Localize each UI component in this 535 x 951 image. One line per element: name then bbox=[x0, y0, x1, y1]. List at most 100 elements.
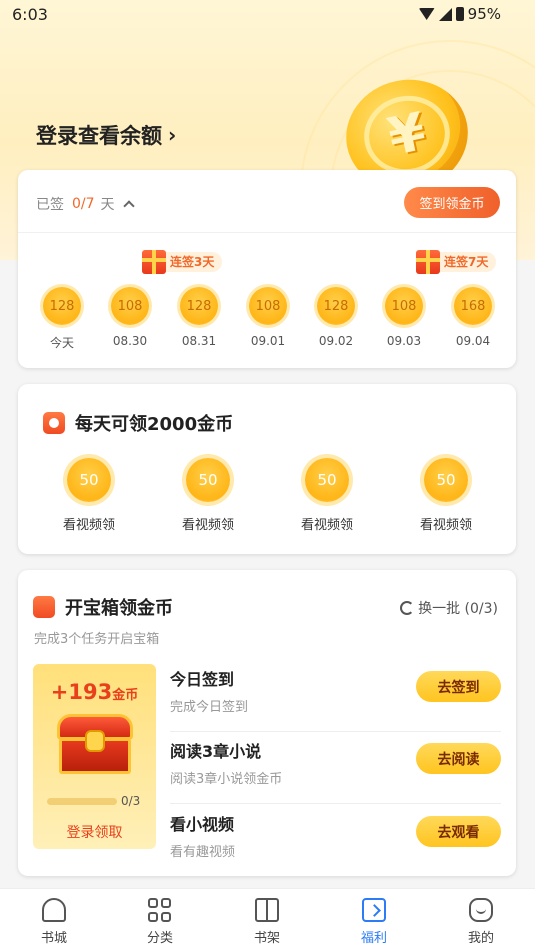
streak-badge-3: 连签3天 bbox=[142, 250, 223, 274]
chest-reward-unit: 金币 bbox=[112, 688, 139, 703]
daily-title-label: 每天可领2000金币 bbox=[75, 414, 234, 435]
task-read-button[interactable]: 去阅读 bbox=[416, 743, 501, 774]
day-label: 09.03 bbox=[386, 334, 422, 348]
coin-icon: 128 bbox=[317, 287, 355, 325]
task-watch-button[interactable]: 去观看 bbox=[416, 816, 501, 847]
treasure-chest-illustration bbox=[57, 714, 133, 774]
nav-item-welfare[interactable]: 福利 bbox=[344, 898, 404, 946]
profile-icon bbox=[469, 898, 493, 922]
battery-icon bbox=[455, 7, 464, 21]
coin-icon: 128 bbox=[43, 287, 81, 325]
wifi-icon bbox=[418, 8, 435, 20]
video-reward-label: 看视频领 bbox=[300, 518, 353, 533]
task-desc: 阅读3章小说领金币 bbox=[170, 772, 283, 787]
coin-icon: 108 bbox=[111, 287, 149, 325]
refresh-icon bbox=[400, 601, 415, 615]
task-row: 看小视频 看有趣视频 去观看 bbox=[170, 805, 501, 877]
sign-in-card: 已签 0/7 天 签到领金币 连签3天 连签7天 128 今天 108 08.3… bbox=[18, 170, 516, 368]
coin-icon: 50 bbox=[186, 458, 230, 502]
video-reward-label: 看视频领 bbox=[181, 518, 234, 533]
day-label: 09.01 bbox=[250, 334, 286, 348]
coin-icon: 108 bbox=[385, 287, 423, 325]
battery-percent: 95% bbox=[467, 5, 501, 23]
signal-icon bbox=[438, 7, 452, 21]
nav-label: 我的 bbox=[467, 931, 494, 946]
coin-icon: 168 bbox=[454, 287, 492, 325]
chest-reward-amount: +193 bbox=[50, 680, 113, 704]
treasure-title: 开宝箱领金币 bbox=[33, 594, 173, 620]
nav-label: 分类 bbox=[146, 931, 173, 946]
chest-progress-bar bbox=[47, 798, 117, 805]
daily-video-card: 每天可领2000金币 50 看视频领 50 看视频领 50 看视频领 50 看视… bbox=[18, 384, 516, 554]
gift-icon bbox=[142, 250, 166, 274]
status-time: 6:03 bbox=[12, 5, 48, 24]
streak-badge-label: 连签7天 bbox=[438, 252, 497, 272]
coin-icon: 50 bbox=[305, 458, 349, 502]
nav-item-bookstore[interactable]: 书城 bbox=[24, 898, 84, 946]
video-reward-item[interactable]: 50 看视频领 bbox=[287, 458, 367, 533]
nav-label: 书架 bbox=[253, 931, 280, 946]
chest-panel: +193金币 0/3 登录领取 bbox=[33, 664, 156, 849]
video-reward-item[interactable]: 50 看视频领 bbox=[406, 458, 486, 533]
nav-item-category[interactable]: 分类 bbox=[130, 898, 190, 946]
coin-rim: ¥ bbox=[356, 87, 458, 183]
daily-title: 每天可领2000金币 bbox=[43, 410, 233, 436]
day-reward: 108 08.30 bbox=[111, 287, 149, 348]
claim-chest-button[interactable]: 登录领取 bbox=[33, 822, 156, 842]
gift-icon bbox=[362, 898, 386, 922]
task-name: 阅读3章小说 bbox=[170, 742, 262, 761]
nav-label: 书城 bbox=[40, 931, 67, 946]
video-reward-label: 看视频领 bbox=[62, 518, 115, 533]
status-bar: 6:03 95% bbox=[0, 0, 535, 30]
video-reward-label: 看视频领 bbox=[419, 518, 472, 533]
nav-item-profile[interactable]: 我的 bbox=[451, 898, 511, 946]
day-label: 今天 bbox=[49, 336, 74, 350]
chest-progress-text: 0/3 bbox=[121, 794, 141, 808]
task-name: 看小视频 bbox=[170, 815, 235, 834]
treasure-card: 开宝箱领金币 换一批 (0/3) 完成3个任务开启宝箱 +193金币 0/3 登… bbox=[18, 570, 516, 876]
yen-icon: ¥ bbox=[383, 101, 431, 169]
streak-badge-7: 连签7天 bbox=[416, 250, 497, 274]
task-desc: 看有趣视频 bbox=[170, 845, 236, 860]
login-balance-link[interactable]: 登录查看余额 › bbox=[36, 120, 176, 150]
coin-box-icon bbox=[43, 412, 65, 434]
task-row: 阅读3章小说 阅读3章小说领金币 去阅读 bbox=[170, 732, 501, 804]
nav-label: 福利 bbox=[360, 931, 387, 946]
coin-icon: 50 bbox=[424, 458, 468, 502]
day-label: 09.04 bbox=[455, 334, 491, 348]
bottom-navigation: 书城 分类 书架 福利 我的 bbox=[0, 888, 535, 951]
task-row: 今日签到 完成今日签到 去签到 bbox=[170, 660, 501, 732]
sign-in-button[interactable]: 签到领金币 bbox=[404, 187, 500, 218]
gift-icon bbox=[416, 250, 440, 274]
sign-progress: 0/7 bbox=[72, 196, 95, 212]
day-reward: 108 09.03 bbox=[385, 287, 423, 348]
grid-icon bbox=[148, 898, 172, 922]
day-reward: 168 09.04 bbox=[454, 287, 492, 348]
day-reward: 128 08.31 bbox=[180, 287, 218, 348]
task-name: 今日签到 bbox=[170, 670, 235, 689]
refresh-tasks-button[interactable]: 换一批 (0/3) bbox=[400, 598, 498, 618]
video-reward-item[interactable]: 50 看视频领 bbox=[168, 458, 248, 533]
day-label: 09.02 bbox=[318, 334, 354, 348]
chest-reward: +193金币 bbox=[33, 680, 156, 704]
refresh-label: 换一批 (0/3) bbox=[418, 601, 498, 617]
coin-icon: 128 bbox=[180, 287, 218, 325]
nav-item-bookshelf[interactable]: 书架 bbox=[237, 898, 297, 946]
book-icon bbox=[255, 898, 279, 922]
chevron-right-icon: › bbox=[168, 123, 177, 147]
home-icon bbox=[42, 898, 66, 922]
divider bbox=[18, 232, 516, 233]
divider bbox=[170, 803, 501, 804]
day-reward: 128 09.02 bbox=[317, 287, 355, 348]
treasure-subtitle: 完成3个任务开启宝箱 bbox=[34, 632, 160, 647]
treasure-title-label: 开宝箱领金币 bbox=[65, 598, 173, 619]
status-indicators: 95% bbox=[418, 5, 501, 23]
sign-status-prefix: 已签 bbox=[36, 197, 64, 213]
sign-status-suffix: 天 bbox=[100, 197, 115, 213]
task-desc: 完成今日签到 bbox=[170, 700, 249, 715]
sign-status[interactable]: 已签 0/7 天 bbox=[36, 194, 135, 214]
coin-icon: 108 bbox=[249, 287, 287, 325]
day-label: 08.30 bbox=[112, 334, 148, 348]
video-reward-item[interactable]: 50 看视频领 bbox=[49, 458, 129, 533]
task-sign-button[interactable]: 去签到 bbox=[416, 671, 501, 702]
